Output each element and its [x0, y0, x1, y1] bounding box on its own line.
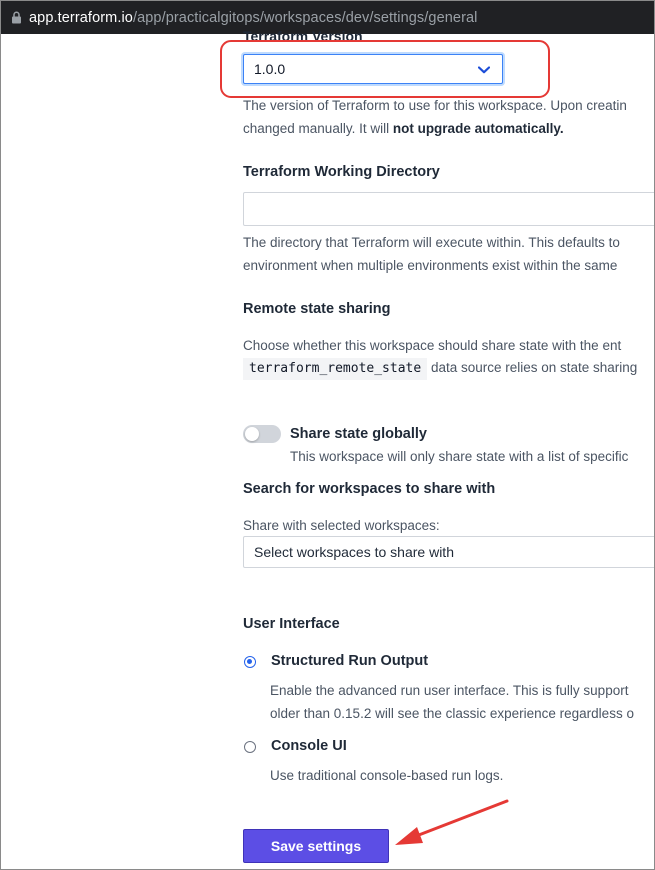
- structured-run-output-label[interactable]: Structured Run Output: [271, 653, 428, 669]
- workspace-search-heading: Search for workspaces to share with: [243, 481, 496, 497]
- terraform-version-help-1: The version of Terraform to use for this…: [243, 98, 627, 113]
- workspace-search-select[interactable]: Select workspaces to share with: [243, 536, 654, 568]
- terraform-version-help-2-bold: not upgrade automatically.: [392, 121, 564, 136]
- console-ui-help: Use traditional console-based run logs.: [270, 768, 504, 783]
- structured-run-output-help-1: Enable the advanced run user interface. …: [270, 683, 629, 698]
- working-directory-help-2: environment when multiple environments e…: [243, 258, 618, 273]
- user-interface-heading: User Interface: [243, 616, 340, 632]
- red-arrow-icon: [395, 799, 509, 845]
- url-path: /app/practicalgitops/workspaces/dev/sett…: [132, 9, 478, 26]
- terraform-version-help-2-text: changed manually. It will: [243, 121, 393, 136]
- browser-window: app.terraform.io/app/practicalgitops/wor…: [0, 0, 655, 870]
- toggle-knob: [245, 427, 259, 441]
- settings-content: Terraform Version 1.0.0 The version of T…: [243, 28, 654, 869]
- save-settings-button[interactable]: Save settings: [243, 829, 389, 863]
- structured-run-output-radio[interactable]: [244, 656, 256, 668]
- remote-state-heading: Remote state sharing: [243, 301, 391, 317]
- workspace-search-placeholder: Select workspaces to share with: [254, 544, 454, 560]
- share-state-globally-help: This workspace will only share state wit…: [290, 449, 629, 464]
- share-state-globally-toggle[interactable]: [243, 425, 281, 443]
- working-directory-heading: Terraform Working Directory: [243, 164, 440, 180]
- remote-state-help-2: terraform_remote_state data source relie…: [243, 356, 637, 380]
- terraform-version-select[interactable]: 1.0.0: [243, 54, 503, 84]
- terraform-version-label: Terraform Version: [243, 28, 363, 44]
- working-directory-help-1: The directory that Terraform will execut…: [243, 235, 620, 250]
- chevron-down-icon: [477, 61, 491, 77]
- structured-run-output-help-2: older than 0.15.2 will see the classic e…: [270, 706, 634, 721]
- workspace-search-label: Share with selected workspaces:: [243, 518, 440, 533]
- remote-state-code: terraform_remote_state: [243, 358, 428, 380]
- terraform-version-help-2: changed manually. It will not upgrade au…: [243, 117, 564, 140]
- share-state-globally-label: Share state globally: [290, 426, 427, 442]
- terraform-version-value: 1.0.0: [254, 61, 286, 77]
- remote-state-help-1: Choose whether this workspace should sha…: [243, 338, 622, 353]
- lock-icon: [3, 11, 29, 24]
- url-text[interactable]: app.terraform.io/app/practicalgitops/wor…: [29, 10, 477, 26]
- working-directory-input[interactable]: [243, 192, 654, 226]
- remote-state-help-2-text: data source relies on state sharing: [427, 360, 638, 375]
- console-ui-label[interactable]: Console UI: [271, 738, 347, 754]
- url-host: app.terraform.io: [29, 9, 133, 26]
- console-ui-radio[interactable]: [244, 741, 256, 753]
